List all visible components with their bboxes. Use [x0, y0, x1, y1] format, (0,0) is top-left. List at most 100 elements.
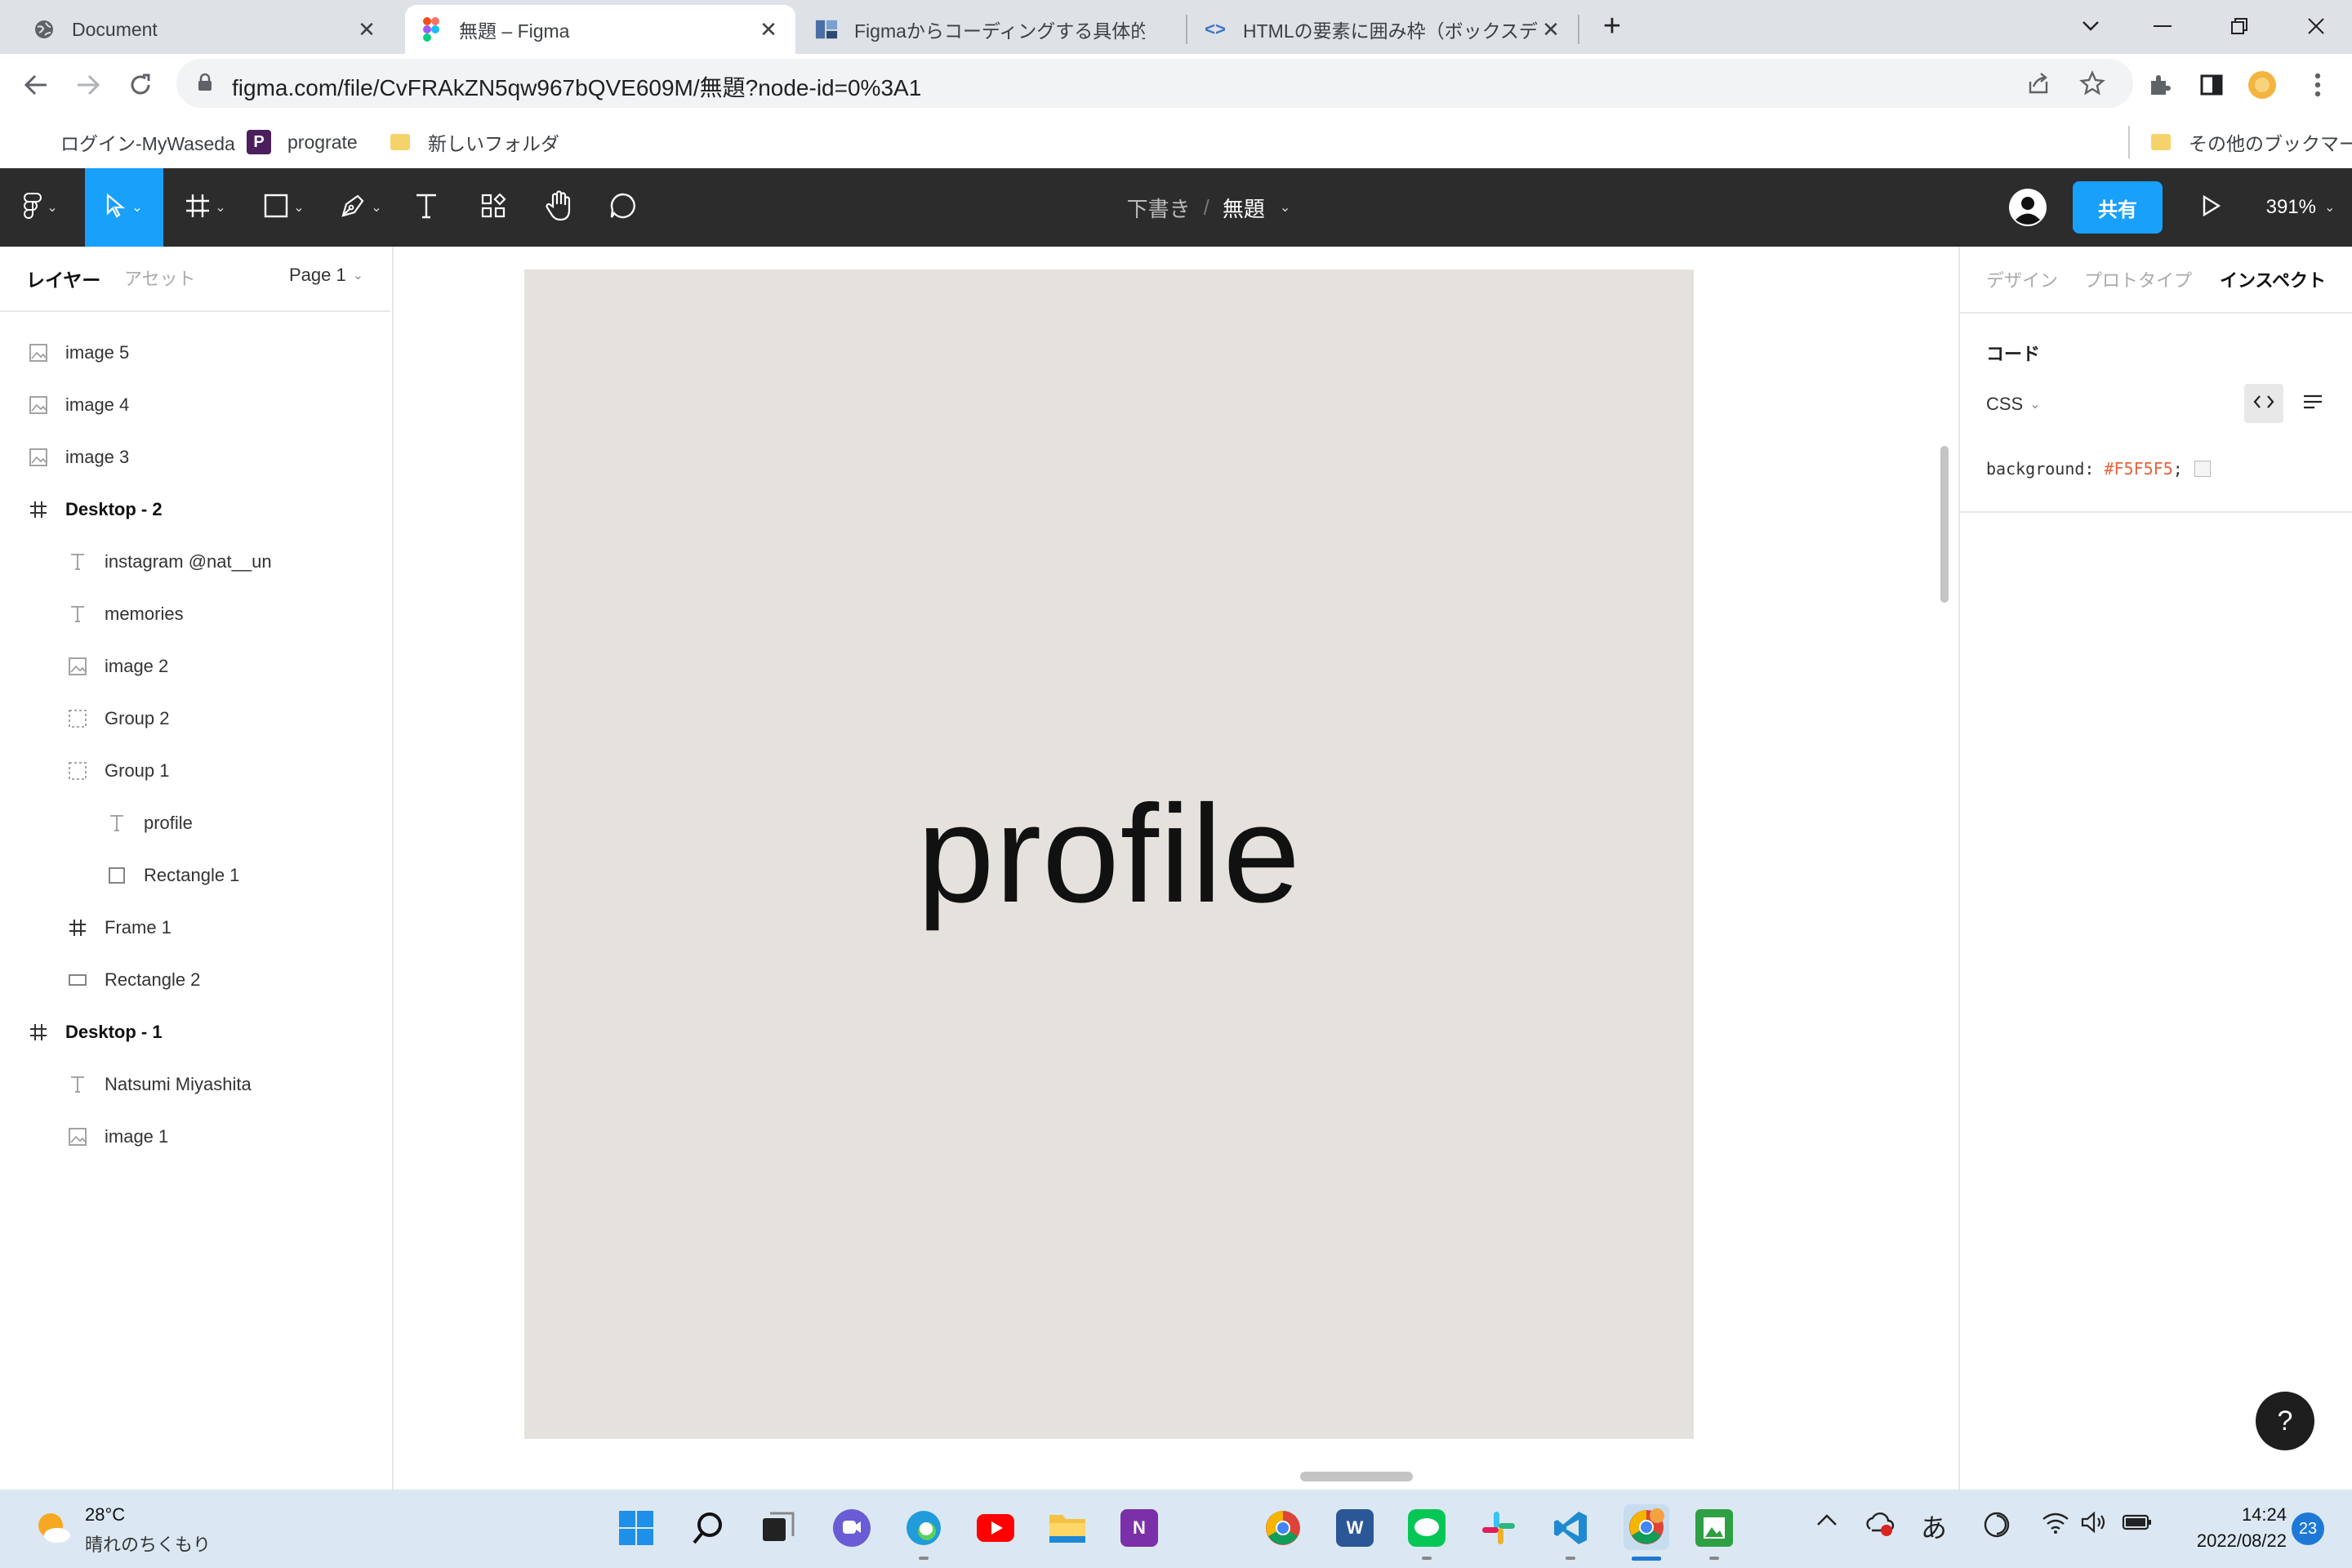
bookmark-new-folder[interactable]: 新しいフォルダ	[390, 127, 559, 157]
selected-frame[interactable]: profile	[524, 270, 1694, 1439]
notification-badge[interactable]: 23	[2292, 1512, 2324, 1545]
layer-row[interactable]: Natsumi Miyashita	[0, 1058, 390, 1111]
file-explorer-icon[interactable]	[1049, 1509, 1086, 1547]
tab-inspect[interactable]: インスペクト	[2220, 266, 2326, 292]
weather-temp[interactable]: 28°C	[85, 1504, 125, 1526]
layer-row[interactable]: memories	[0, 588, 390, 640]
share-button[interactable]: 共有	[2073, 181, 2163, 234]
wifi-icon[interactable]	[2042, 1511, 2069, 1538]
layer-row[interactable]: image 4	[0, 379, 390, 431]
clock-date[interactable]: 2022/08/22	[2164, 1530, 2287, 1552]
vertical-scrollbar[interactable]	[1940, 446, 1949, 603]
main-menu-button[interactable]: ⌄	[11, 168, 70, 247]
close-tab-icon[interactable]: ✕	[1539, 17, 1563, 42]
task-view-icon[interactable]	[760, 1509, 797, 1547]
layer-row[interactable]: image 2	[0, 640, 390, 693]
chevron-up-icon[interactable]	[1816, 1512, 1838, 1531]
shape-tool-button[interactable]: ⌄	[253, 168, 315, 247]
file-breadcrumb[interactable]: 下書き / 無題 ⌄	[1111, 168, 1307, 247]
volume-icon[interactable]	[2081, 1511, 2107, 1538]
browser-menu-icon[interactable]	[2300, 67, 2336, 103]
code-view-button[interactable]	[2244, 384, 2283, 423]
canvas[interactable]: profile	[394, 247, 1958, 1490]
battery-icon[interactable]	[2122, 1512, 2153, 1536]
back-icon[interactable]	[18, 67, 54, 103]
layer-row[interactable]: Group 1	[0, 745, 390, 797]
layer-row[interactable]: Rectangle 1	[0, 849, 390, 902]
address-bar[interactable]: figma.com/file/CvFRAkZN5qw967bQVE609M/無題…	[176, 59, 2133, 108]
page-selector[interactable]: Page 1 ⌄	[289, 265, 363, 286]
search-icon[interactable]	[689, 1509, 727, 1547]
layer-row[interactable]: Rectangle 2	[0, 954, 390, 1006]
bookmark-star-icon[interactable]	[2079, 70, 2105, 100]
zoom-dropdown[interactable]: 391% ⌄	[2256, 168, 2345, 247]
onenote-icon[interactable]: N	[1120, 1509, 1158, 1547]
tab-layers[interactable]: レイヤー	[26, 265, 100, 292]
tab-document[interactable]: Document ✕	[18, 5, 394, 54]
restore-icon[interactable]	[2215, 8, 2264, 44]
close-tab-icon[interactable]: ✕	[354, 17, 379, 42]
share-page-icon[interactable]	[2025, 70, 2051, 100]
pen-tool-button[interactable]: ⌄	[330, 168, 392, 247]
horizontal-scrollbar[interactable]	[1300, 1472, 1413, 1481]
user-avatar[interactable]	[2006, 168, 2050, 247]
layer-row[interactable]: Desktop - 2	[0, 483, 390, 536]
ime-indicator[interactable]: あ	[1921, 1508, 1947, 1545]
language-dropdown[interactable]: CSS ⌄	[1986, 394, 2041, 415]
teams-chat-icon[interactable]	[833, 1509, 871, 1547]
resources-tool-button[interactable]	[472, 168, 514, 247]
layer-row[interactable]: profile	[0, 797, 390, 849]
tab-assets[interactable]: アセット	[124, 265, 196, 291]
weather-icon[interactable]	[33, 1508, 72, 1551]
edge-icon[interactable]	[905, 1509, 942, 1547]
close-tab-icon[interactable]: ✕	[756, 17, 781, 42]
profile-avatar-icon[interactable]	[2244, 67, 2280, 103]
profile-text[interactable]: profile	[524, 270, 1694, 1439]
layer-row[interactable]: image 3	[0, 431, 390, 483]
text-tool-button[interactable]	[407, 168, 446, 247]
chrome-profile-icon[interactable]	[1624, 1504, 1669, 1550]
lock-icon[interactable]	[198, 73, 212, 96]
slack-icon[interactable]	[1480, 1509, 1517, 1547]
tab-design[interactable]: デザイン	[1986, 266, 2058, 292]
vscode-icon[interactable]	[1552, 1509, 1589, 1547]
layer-row[interactable]: Desktop - 1	[0, 1006, 390, 1058]
word-icon[interactable]: W	[1336, 1509, 1374, 1547]
youtube-icon[interactable]	[977, 1509, 1014, 1547]
css-code-line[interactable]: background: #F5F5F5 ;	[1986, 459, 2211, 479]
list-view-button[interactable]	[2293, 384, 2332, 423]
tab-prototype[interactable]: プロトタイプ	[2084, 266, 2192, 292]
move-tool-button[interactable]: ⌄	[85, 168, 163, 247]
line-icon[interactable]	[1408, 1509, 1446, 1547]
weather-desc[interactable]: 晴れのちくもり	[85, 1530, 211, 1557]
help-button[interactable]: ?	[2256, 1392, 2314, 1450]
layer-row[interactable]: instagram @nat__un	[0, 536, 390, 588]
tab-figma-coding-article[interactable]: Figmaからコーディングする具体的な方	[800, 5, 1184, 54]
image-viewer-icon[interactable]	[1695, 1509, 1733, 1547]
minimize-icon[interactable]	[2138, 8, 2187, 44]
close-window-icon[interactable]	[2292, 8, 2341, 44]
tab-html-box-design[interactable]: <> HTMLの要素に囲み枠（ボックスデザ ✕	[1189, 5, 1578, 54]
reload-icon[interactable]	[122, 67, 158, 103]
hand-tool-button[interactable]	[536, 168, 581, 247]
breadcrumb-folder[interactable]: 下書き	[1127, 193, 1191, 223]
layer-row[interactable]: Group 2	[0, 693, 390, 745]
comment-tool-button[interactable]	[601, 168, 645, 247]
frame-tool-button[interactable]: ⌄	[175, 168, 237, 247]
start-icon[interactable]	[617, 1509, 655, 1547]
extensions-icon[interactable]	[2141, 67, 2177, 103]
tab-search-chevron-icon[interactable]	[2066, 8, 2115, 44]
forward-icon[interactable]	[70, 67, 106, 103]
layer-row[interactable]: image 1	[0, 1111, 390, 1163]
side-panel-icon[interactable]	[2194, 67, 2230, 103]
bookmark-mywaseda[interactable]: ログイン-MyWaseda	[60, 127, 235, 157]
tab-figma[interactable]: 無題 – Figma ✕	[405, 5, 795, 54]
file-name[interactable]: 無題	[1223, 193, 1265, 223]
focus-icon[interactable]	[1983, 1511, 2011, 1543]
onedrive-error-icon[interactable]	[1865, 1511, 1895, 1541]
other-bookmarks[interactable]: その他のブックマーク	[2151, 127, 2352, 157]
layer-row[interactable]: Frame 1	[0, 902, 390, 954]
chrome-icon[interactable]	[1264, 1509, 1302, 1547]
present-button[interactable]	[2190, 168, 2233, 247]
layer-row[interactable]: image 5	[0, 327, 390, 379]
